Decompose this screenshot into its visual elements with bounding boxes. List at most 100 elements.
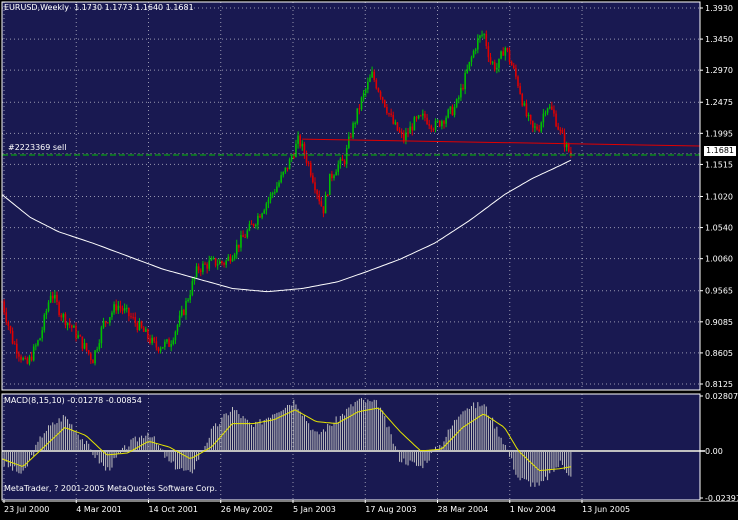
price-tick-label: 1.1995 xyxy=(705,129,733,138)
candle-body xyxy=(479,35,481,39)
candle-body xyxy=(106,322,109,324)
candle-body xyxy=(246,230,249,238)
candle-body xyxy=(449,106,452,110)
candle-body xyxy=(396,122,399,131)
candle-body xyxy=(339,158,342,165)
date-tick-label: 4 Mar 2001 xyxy=(76,505,122,514)
candle-body xyxy=(453,107,456,116)
macd-header: MACD(8,15,10) -0.01278 -0.00854 xyxy=(4,396,142,405)
candle-body xyxy=(278,182,280,187)
candle-body xyxy=(557,126,559,130)
price-tick-label: 1.3450 xyxy=(705,35,733,44)
candle-body xyxy=(403,133,405,141)
candle-body xyxy=(28,356,31,364)
candle-body xyxy=(424,113,426,118)
candle-body xyxy=(419,115,422,117)
candle-body xyxy=(166,339,168,342)
candle-body xyxy=(280,175,282,183)
candle-body xyxy=(555,113,557,127)
candle-body xyxy=(164,341,166,348)
chart-canvas[interactable]: 1.3930 1.3450 1.2970 1.2475 1.1995 1.1515 1.10… xyxy=(0,0,738,516)
candle-body xyxy=(199,270,202,272)
candle-body xyxy=(367,81,369,90)
candle-body xyxy=(443,121,445,124)
candle-body xyxy=(142,327,145,332)
candle-body xyxy=(242,235,244,238)
candle-body xyxy=(422,113,424,116)
candle-body xyxy=(274,192,276,194)
candle-body xyxy=(238,244,240,248)
candle-body xyxy=(138,321,141,331)
candle-body xyxy=(316,190,318,195)
candle-body xyxy=(37,340,39,346)
candle-body xyxy=(371,71,373,78)
candle-body xyxy=(9,326,12,331)
candle-body xyxy=(81,336,84,349)
price-tick-label: 1.0060 xyxy=(705,255,733,264)
candle-body xyxy=(11,330,14,344)
candle-body xyxy=(284,167,287,172)
symbol-name: EURUSD,Weekly xyxy=(4,3,69,12)
candle-body xyxy=(161,347,164,349)
order-label[interactable]: #2223369 sell xyxy=(8,143,66,152)
candle-body xyxy=(390,113,392,115)
candle-body xyxy=(515,68,517,77)
candle-body xyxy=(364,89,367,93)
candle-body xyxy=(521,93,524,106)
candle-body xyxy=(567,143,570,152)
candle-body xyxy=(140,321,143,328)
candle-body xyxy=(102,321,105,328)
candle-body xyxy=(466,69,469,73)
candle-body xyxy=(128,307,130,317)
candle-body xyxy=(517,76,519,87)
candle-body xyxy=(212,258,215,260)
candle-body xyxy=(85,343,88,351)
candle-body xyxy=(428,124,430,126)
candle-body xyxy=(83,343,86,349)
candle-body xyxy=(259,215,261,218)
candle-body xyxy=(159,348,162,351)
candle-body xyxy=(225,260,227,265)
candle-body xyxy=(22,358,24,360)
candle-body xyxy=(360,97,363,110)
candle-body xyxy=(333,175,335,179)
candle-body xyxy=(335,171,337,176)
candle-body xyxy=(87,350,90,354)
date-tick-label: 28 Mar 2004 xyxy=(438,505,489,514)
candle-body xyxy=(487,46,490,58)
candle-body xyxy=(286,167,289,170)
candle-body xyxy=(157,347,160,351)
candle-body xyxy=(297,135,299,144)
candle-body xyxy=(417,115,420,119)
candle-body xyxy=(307,162,310,164)
candle-body xyxy=(176,325,179,332)
candle-body xyxy=(174,331,177,341)
candle-body xyxy=(197,266,200,271)
candle-body xyxy=(483,34,485,36)
candle-body xyxy=(493,62,496,70)
candle-body xyxy=(352,123,354,138)
date-tick-label: 13 Jun 2005 xyxy=(582,505,630,514)
candle-body xyxy=(546,108,549,113)
price-tick-label: 1.2970 xyxy=(705,66,733,75)
candle-body xyxy=(104,321,107,323)
candle-body xyxy=(388,113,390,115)
candle-body xyxy=(7,322,10,327)
candle-body xyxy=(508,50,511,62)
candle-body xyxy=(432,129,435,131)
candle-body xyxy=(231,258,234,262)
candle-body xyxy=(121,308,124,311)
candle-body xyxy=(123,308,126,311)
candle-body xyxy=(168,339,170,347)
candle-body xyxy=(98,343,101,350)
candle-body xyxy=(405,132,407,141)
price-tick-label: 1.1515 xyxy=(705,160,733,169)
candle-body xyxy=(204,263,206,265)
candle-body xyxy=(252,223,255,227)
candle-body xyxy=(271,193,274,195)
macd-tick-label: -0.02397 xyxy=(705,494,738,503)
candle-body xyxy=(191,281,194,295)
candle-body xyxy=(529,115,532,121)
candle-body xyxy=(132,316,134,318)
date-tick-label: 1 Nov 2004 xyxy=(510,505,556,514)
